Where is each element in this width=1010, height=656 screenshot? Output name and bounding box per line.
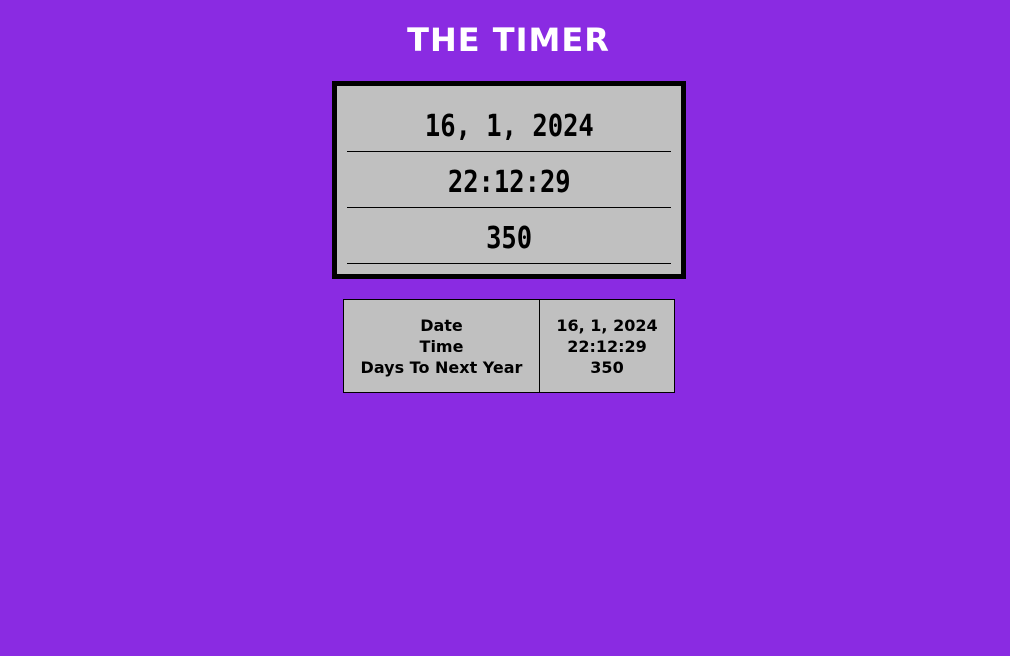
display-days-row: 350 xyxy=(347,208,671,264)
labels-cell: Date Time Days To Next Year xyxy=(343,299,540,393)
display-days-left: 350 xyxy=(485,221,533,256)
timer-display-panel: 16, 1, 2024 22:12:29 350 xyxy=(332,81,686,279)
table-row: Date Time Days To Next Year 16, 1, 2024 … xyxy=(343,299,675,393)
value-date: 16, 1, 2024 xyxy=(556,315,658,335)
display-time-row: 22:12:29 xyxy=(347,152,671,208)
label-time: Time xyxy=(419,336,464,356)
page: THE TIMER 16, 1, 2024 22:12:29 350 Date … xyxy=(0,0,1010,656)
value-days-to-next-year: 350 xyxy=(590,357,624,377)
value-time: 22:12:29 xyxy=(567,336,647,356)
display-time: 22:12:29 xyxy=(447,165,571,200)
info-table: Date Time Days To Next Year 16, 1, 2024 … xyxy=(343,299,675,393)
label-days-to-next-year: Days To Next Year xyxy=(360,357,523,377)
page-title: THE TIMER xyxy=(407,21,610,59)
display-date-row: 16, 1, 2024 xyxy=(347,96,671,152)
values-cell: 16, 1, 2024 22:12:29 350 xyxy=(539,299,675,393)
display-date: 16, 1, 2024 xyxy=(424,109,594,144)
label-date: Date xyxy=(420,315,463,335)
